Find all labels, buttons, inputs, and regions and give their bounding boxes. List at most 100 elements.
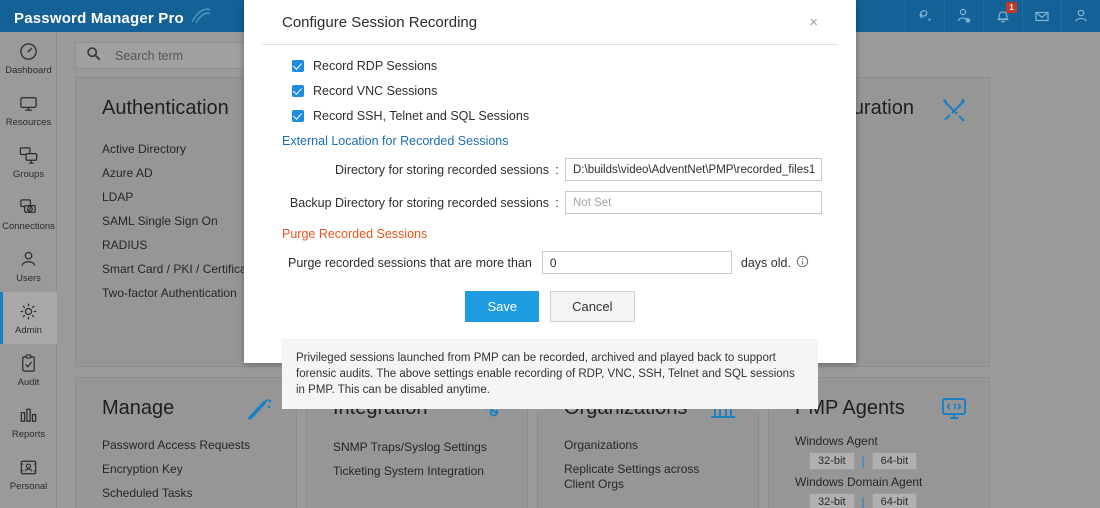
agent-bits-windows: 32-bit | 64-bit <box>795 452 969 470</box>
agent-monitor-icon <box>939 396 969 428</box>
purge-section-title: Purge Recorded Sessions <box>282 227 836 241</box>
notifications-bell-icon[interactable]: 1 <box>983 0 1022 32</box>
gear-icon <box>18 300 39 322</box>
external-location-section-title: External Location for Recorded Sessions <box>282 134 836 148</box>
search-input[interactable]: Search term <box>115 49 183 63</box>
backup-directory-input[interactable]: Not Set <box>565 191 822 214</box>
card-title-manage: Manage <box>102 396 174 420</box>
connection-icon <box>18 196 39 218</box>
windows-agent-32bit-button[interactable]: 32-bit <box>809 452 855 470</box>
backup-directory-field-label: Backup Directory for storing recorded se… <box>264 196 549 210</box>
personal-card-icon <box>18 456 39 478</box>
record-vnc-label: Record VNC Sessions <box>313 84 437 98</box>
app-brand-label: Password Manager Pro <box>14 10 184 27</box>
sidebar-label-reports: Reports <box>12 429 45 440</box>
sidebar-item-users[interactable]: Users <box>0 240 57 292</box>
dialog-note: Privileged sessions launched from PMP ca… <box>282 339 818 409</box>
favorites-user-icon[interactable] <box>944 0 983 32</box>
agent-bits-windows-domain: 32-bit | 64-bit <box>795 493 969 508</box>
link-replicate-settings[interactable]: Replicate Settings across Client Orgs <box>564 462 722 492</box>
clipboard-check-icon <box>18 352 39 374</box>
link-password-access-requests[interactable]: Password Access Requests <box>102 438 276 453</box>
tools-icon <box>939 96 969 131</box>
card-title-authentication: Authentication <box>102 96 229 120</box>
sidebar-item-personal[interactable]: Personal <box>0 448 57 500</box>
app-brand: Password Manager Pro <box>0 5 212 27</box>
field-row-backup-directory: Backup Directory for storing recorded se… <box>264 191 836 214</box>
sidebar-label-dashboard: Dashboard <box>5 65 51 76</box>
sidebar-item-groups[interactable]: Groups <box>0 136 57 188</box>
link-snmp-traps-syslog-settings[interactable]: SNMP Traps/Syslog Settings <box>333 440 507 455</box>
sidebar-item-audit[interactable]: Audit <box>0 344 57 396</box>
sidebar-item-dashboard[interactable]: Dashboard <box>0 32 57 84</box>
card-links-pmp-agents: Windows Agent 32-bit | 64-bit Windows Do… <box>795 434 969 508</box>
record-rdp-label: Record RDP Sessions <box>313 59 437 73</box>
sidebar-label-admin: Admin <box>15 325 42 336</box>
agent-group-windows-domain: Windows Domain Agent 32-bit | 64-bit <box>795 475 969 508</box>
info-icon[interactable] <box>796 255 809 271</box>
agent-name-windows: Windows Agent <box>795 434 969 448</box>
sidebar-item-admin[interactable]: Admin <box>0 292 57 344</box>
card-links-integration: SNMP Traps/Syslog Settings Ticketing Sys… <box>333 440 507 479</box>
link-encryption-key[interactable]: Encryption Key <box>102 462 276 477</box>
user-account-icon[interactable] <box>1061 0 1100 32</box>
sidebar-label-connections: Connections <box>2 221 55 232</box>
purge-suffix-label: days old. <box>741 256 791 270</box>
sidebar-label-users: Users <box>16 273 41 284</box>
sidebar-label-groups: Groups <box>13 169 44 180</box>
dialog-header: Configure Session Recording × <box>262 0 838 45</box>
notification-badge: 1 <box>1006 2 1017 13</box>
sidebar-label-personal: Personal <box>10 481 48 492</box>
link-icon[interactable] <box>905 0 944 32</box>
dialog-body: Record RDP Sessions Record VNC Sessions … <box>244 45 856 409</box>
checkbox-row-ssh[interactable]: Record SSH, Telnet and SQL Sessions <box>264 109 836 123</box>
backup-directory-field-colon: : <box>549 196 565 210</box>
agent-group-windows: Windows Agent 32-bit | 64-bit <box>795 434 969 470</box>
cancel-button[interactable]: Cancel <box>550 291 634 322</box>
dialog-title: Configure Session Recording <box>282 14 477 31</box>
search-icon <box>86 46 101 66</box>
purge-suffix: days old. <box>741 255 809 271</box>
brand-swoosh-icon <box>190 12 212 29</box>
sidebar-label-audit: Audit <box>18 377 40 388</box>
configure-session-recording-dialog: Configure Session Recording × Record RDP… <box>244 0 856 363</box>
bit-separator: | <box>862 454 865 468</box>
purge-label: Purge recorded sessions that are more th… <box>288 256 532 270</box>
directory-input[interactable]: D:\builds\video\AdventNet\PMP\recorded_f… <box>565 158 822 181</box>
checkbox-row-vnc[interactable]: Record VNC Sessions <box>264 84 836 98</box>
record-rdp-checkbox[interactable] <box>292 60 304 72</box>
directory-field-label: Directory for storing recorded sessions <box>264 163 549 177</box>
bar-chart-icon <box>18 404 39 426</box>
purge-row: Purge recorded sessions that are more th… <box>288 251 836 274</box>
record-ssh-label: Record SSH, Telnet and SQL Sessions <box>313 109 529 123</box>
mail-icon[interactable] <box>1022 0 1061 32</box>
application-window: Password Manager Pro <box>0 0 1100 508</box>
checkbox-row-rdp[interactable]: Record RDP Sessions <box>264 59 836 73</box>
windows-agent-64bit-button[interactable]: 64-bit <box>872 452 918 470</box>
field-row-directory: Directory for storing recorded sessions … <box>264 158 836 181</box>
purge-days-input[interactable]: 0 <box>542 251 732 274</box>
windows-domain-agent-64bit-button[interactable]: 64-bit <box>872 493 918 508</box>
left-sidebar: Dashboard Resources Groups <box>0 32 57 508</box>
monitor-icon <box>18 92 39 114</box>
agent-name-windows-domain: Windows Domain Agent <box>795 475 969 489</box>
bit-separator: | <box>862 495 865 508</box>
link-scheduled-tasks[interactable]: Scheduled Tasks <box>102 486 276 501</box>
gauge-icon <box>18 40 39 62</box>
record-vnc-checkbox[interactable] <box>292 85 304 97</box>
sidebar-item-reports[interactable]: Reports <box>0 396 57 448</box>
close-icon[interactable]: × <box>809 15 818 30</box>
card-links-organizations: Organizations Replicate Settings across … <box>564 438 738 492</box>
directory-field-colon: : <box>549 163 565 177</box>
link-ticketing-system-integration[interactable]: Ticketing System Integration <box>333 464 507 479</box>
windows-domain-agent-32bit-button[interactable]: 32-bit <box>809 493 855 508</box>
link-organizations[interactable]: Organizations <box>564 438 738 453</box>
user-icon <box>18 248 39 270</box>
record-ssh-checkbox[interactable] <box>292 110 304 122</box>
save-button[interactable]: Save <box>465 291 539 322</box>
group-screens-icon <box>18 144 39 166</box>
sidebar-item-resources[interactable]: Resources <box>0 84 57 136</box>
dialog-button-row: Save Cancel <box>264 291 836 322</box>
sidebar-item-connections[interactable]: Connections <box>0 188 57 240</box>
sidebar-label-resources: Resources <box>6 117 51 128</box>
